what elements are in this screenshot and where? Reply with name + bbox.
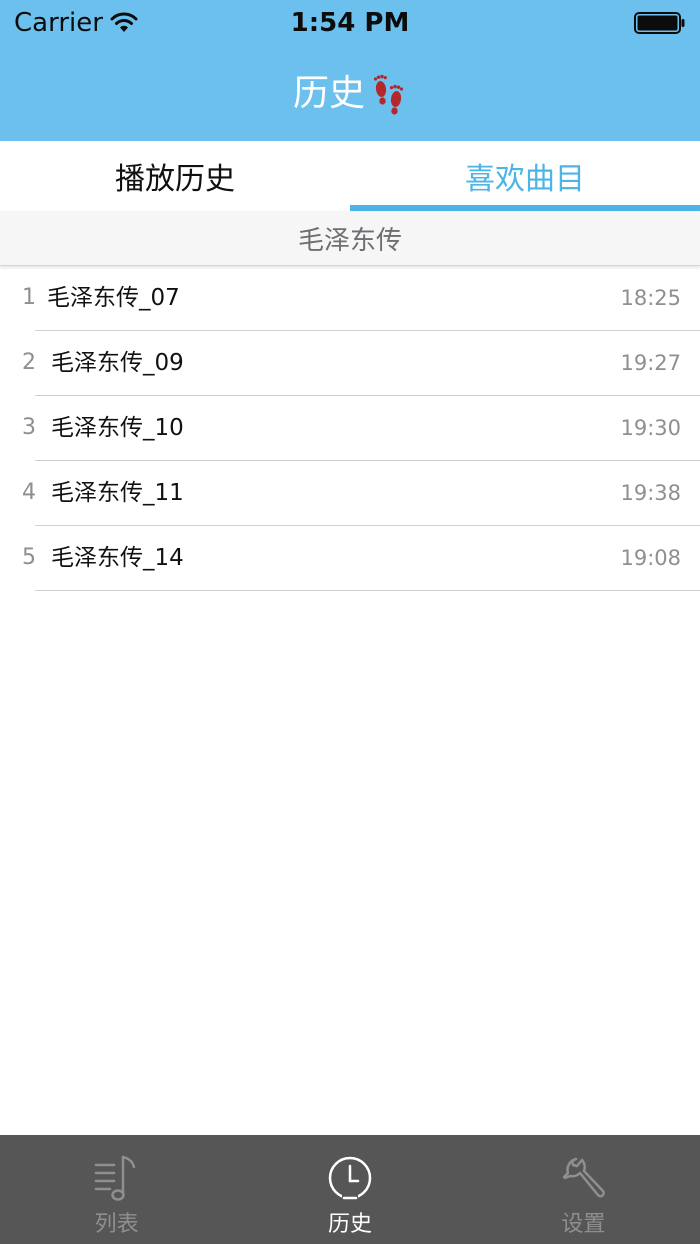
track-index: 4 [22,480,36,505]
track-index: 3 [22,415,36,440]
track-name: 毛泽东传_10 [51,415,184,441]
section-title: 毛泽东传 [297,225,402,256]
segmented-tabs: 播放历史 喜欢曲目 [0,141,700,211]
clock-icon [328,1156,372,1201]
track-time: 19:30 [620,416,681,440]
wrench-icon [563,1157,606,1198]
track-name: 毛泽东传_07 [47,285,180,311]
track-time: 19:08 [620,546,681,570]
status-bar: Carrier 1:54 PM [0,0,700,48]
track-index: 2 [22,350,36,375]
tab-favorite-tracks[interactable]: 喜欢曲目 [350,141,700,211]
list-item[interactable]: 4 毛泽东传_11 19:38 [0,461,700,526]
footprints-icon [373,74,404,115]
track-time: 18:25 [620,286,681,310]
tab-bar: 列表 历史 设置 [0,1135,700,1244]
tab-play-history[interactable]: 播放历史 [0,141,350,211]
track-name: 毛泽东传_09 [51,350,184,376]
track-index: 1 [22,285,36,310]
list-item[interactable]: 3 毛泽东传_10 19:30 [0,396,700,461]
tabbar-item-list[interactable]: 列表 [0,1135,233,1244]
header: Carrier 1:54 PM 历史 [0,0,700,141]
tabbar-label-history: 历史 [327,1212,372,1237]
tabbar-item-settings[interactable]: 设置 [467,1135,700,1244]
status-time: 1:54 PM [290,8,410,38]
tab-favorite-tracks-label: 喜欢曲目 [465,162,585,197]
track-index: 5 [22,545,36,570]
tabbar-label-settings: 设置 [561,1212,606,1237]
battery-icon [634,12,685,34]
tab-play-history-label: 播放历史 [115,162,235,197]
track-time: 19:27 [620,351,681,375]
row-divider [35,590,700,591]
track-list: 1 毛泽东传_07 18:25 2 毛泽东传_09 19:27 3 毛泽东传_1… [0,266,700,591]
track-name: 毛泽东传_14 [51,545,184,571]
list-item[interactable]: 5 毛泽东传_14 19:08 [0,526,700,591]
music-list-icon [94,1155,135,1201]
list-item[interactable]: 1 毛泽东传_07 18:25 [0,266,700,331]
tabbar-label-list: 列表 [94,1212,139,1237]
nav-bar: 历史 [0,66,700,122]
page-title: 历史 [292,73,365,114]
track-name: 毛泽东传_11 [51,480,184,506]
section-header: 毛泽东传 [0,211,700,266]
track-time: 19:38 [620,481,681,505]
list-item[interactable]: 2 毛泽东传_09 19:27 [0,331,700,396]
tabbar-item-history[interactable]: 历史 [233,1135,466,1244]
